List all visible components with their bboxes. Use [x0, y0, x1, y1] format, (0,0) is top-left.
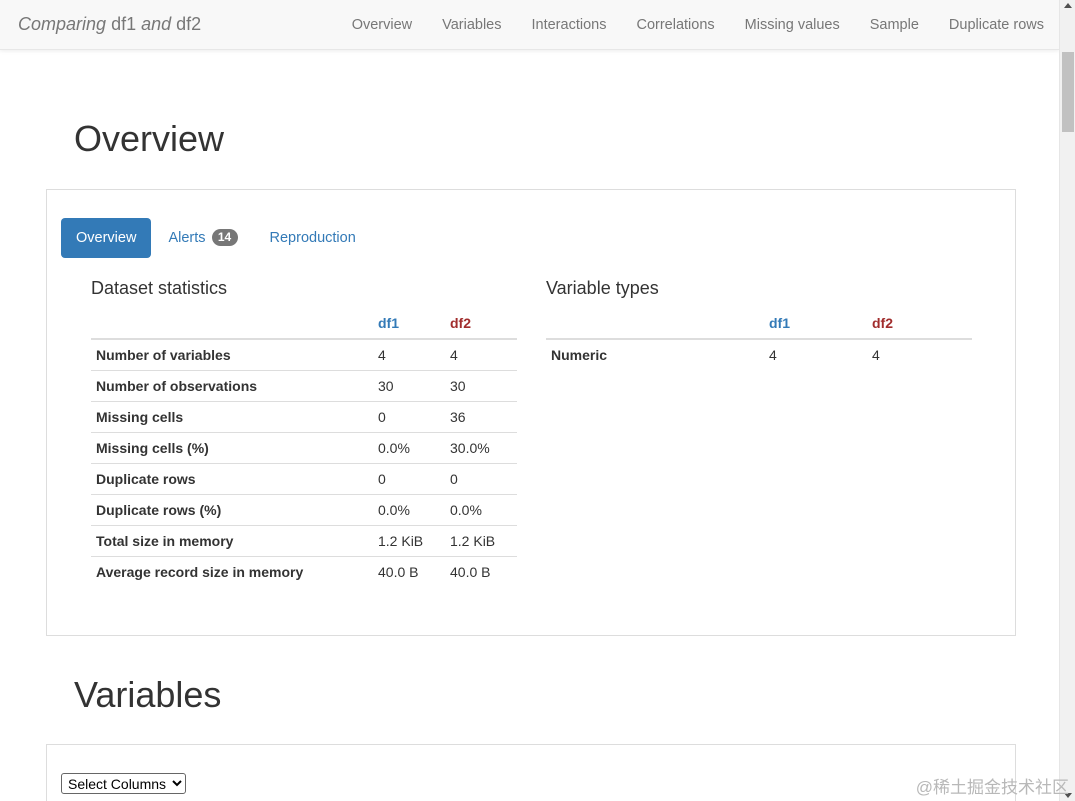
- column-header-df2: df2: [450, 314, 471, 331]
- row-value-df1: 4: [769, 347, 777, 363]
- nav-link-duplicate-rows[interactable]: Duplicate rows: [934, 0, 1059, 50]
- row-value-df1: 0.0%: [378, 501, 410, 518]
- watermark: @稀土掘金技术社区: [915, 778, 1069, 797]
- overview-heading: Overview: [74, 118, 225, 159]
- row-value-df1: 0: [378, 408, 386, 425]
- row-label: Numeric: [551, 347, 608, 363]
- nav-link-missing-values[interactable]: Missing values: [730, 0, 855, 50]
- variable-types-header-row: df1 df2: [546, 307, 972, 339]
- tab-alerts[interactable]: Alerts 14: [153, 218, 252, 258]
- row-value-df2: 4: [450, 346, 458, 363]
- dataset-statistics-row: Number of observations 30 30: [91, 370, 517, 401]
- dataset-statistics-row: Average record size in memory 40.0 B 40.0 …: [91, 556, 517, 587]
- dataset-statistics-title: Dataset statistics: [91, 278, 228, 298]
- row-value-df2: 1.2 KiB: [450, 532, 496, 549]
- variables-panel: Select Columns: [46, 744, 1016, 801]
- navbar-brand[interactable]: Comparing df1 and df2: [18, 14, 201, 35]
- row-value-df1: 0: [378, 470, 386, 487]
- nav-link-correlations[interactable]: Correlations: [621, 0, 729, 50]
- row-label: Duplicate rows: [96, 470, 196, 487]
- row-value-df1: 0.0%: [378, 439, 410, 456]
- row-value-df1: 1.2 KiB: [378, 532, 424, 549]
- column-header-df1: df1: [378, 314, 399, 331]
- row-value-df2: 40.0 B: [450, 563, 491, 580]
- row-value-df2: 30: [450, 377, 466, 394]
- row-label: Number of variables: [96, 346, 231, 363]
- row-label: Total size in memory: [96, 532, 234, 549]
- page-scrollbar[interactable]: [1059, 0, 1075, 801]
- dataset-statistics-row: Missing cells (%) 0.0% 30.0%: [91, 432, 517, 463]
- nav-link-interactions[interactable]: Interactions: [517, 0, 622, 50]
- variable-types-table: df1 df2 Numeric 4 4: [546, 307, 972, 370]
- row-value-df2: 4: [872, 347, 880, 363]
- brand-and: and: [141, 14, 172, 34]
- row-label: Number of observations: [96, 377, 258, 394]
- dataset-statistics-row: Total size in memory 1.2 KiB 1.2 KiB: [91, 525, 517, 556]
- select-columns-dropdown[interactable]: Select Columns: [61, 773, 186, 794]
- row-value-df2: 0: [450, 470, 458, 487]
- tab-reproduction[interactable]: Reproduction: [255, 218, 371, 258]
- alerts-count-badge: 14: [211, 229, 238, 246]
- row-value-df1: 40.0 B: [378, 563, 419, 580]
- row-value-df2: 0.0%: [450, 501, 482, 518]
- dataset-statistics-row: Duplicate rows 0 0: [91, 463, 517, 494]
- row-label: Missing cells: [96, 408, 184, 425]
- nav-link-overview[interactable]: Overview: [337, 0, 427, 50]
- nav-link-sample[interactable]: Sample: [855, 0, 934, 50]
- column-header-df1: df1: [769, 314, 790, 331]
- row-label: Duplicate rows (%): [96, 501, 222, 518]
- row-label: Missing cells (%): [96, 439, 209, 456]
- navbar-links: Overview Variables Interactions Correlat…: [337, 0, 1059, 50]
- dataset-statistics-table: df1 df2 Number of variables 4 4 Number of o…: [91, 307, 517, 587]
- scroll-up-arrow-icon[interactable]: [1064, 3, 1072, 8]
- scrollbar-thumb[interactable]: [1062, 52, 1074, 132]
- dataset-statistics-row: Duplicate rows (%) 0.0% 0.0%: [91, 494, 517, 525]
- top-navbar: Comparing df1 and df2 Overview Variables…: [0, 0, 1059, 50]
- tab-alerts-label: Alerts: [168, 230, 206, 246]
- dataset-statistics-row: Missing cells 0 36: [91, 401, 517, 432]
- variable-types-title: Variable types: [546, 278, 659, 298]
- row-value-df1: 30: [378, 377, 394, 394]
- nav-link-variables[interactable]: Variables: [427, 0, 516, 50]
- brand-prefix: Comparing: [18, 14, 107, 34]
- row-value-df2: 30.0%: [450, 439, 490, 456]
- tab-overview[interactable]: Overview: [61, 218, 152, 258]
- row-label: Average record size in memory: [96, 563, 304, 580]
- dataset-statistics-row: Number of variables 4 4: [91, 339, 517, 370]
- column-header-df2: df2: [872, 314, 893, 331]
- row-value-df1: 4: [378, 346, 386, 363]
- row-value-df2: 36: [450, 408, 466, 425]
- brand-df2: df2: [176, 14, 202, 34]
- brand-df1: df1: [111, 14, 137, 34]
- variables-heading: Variables: [74, 674, 222, 715]
- variable-types-row: Numeric 4 4: [546, 339, 972, 370]
- overview-panel: Overview Alerts 14 Reproduction Dataset s…: [46, 189, 1016, 636]
- overview-tabs: Overview Alerts 14 Reproduction: [61, 218, 373, 258]
- dataset-statistics-header-row: df1 df2: [91, 307, 517, 339]
